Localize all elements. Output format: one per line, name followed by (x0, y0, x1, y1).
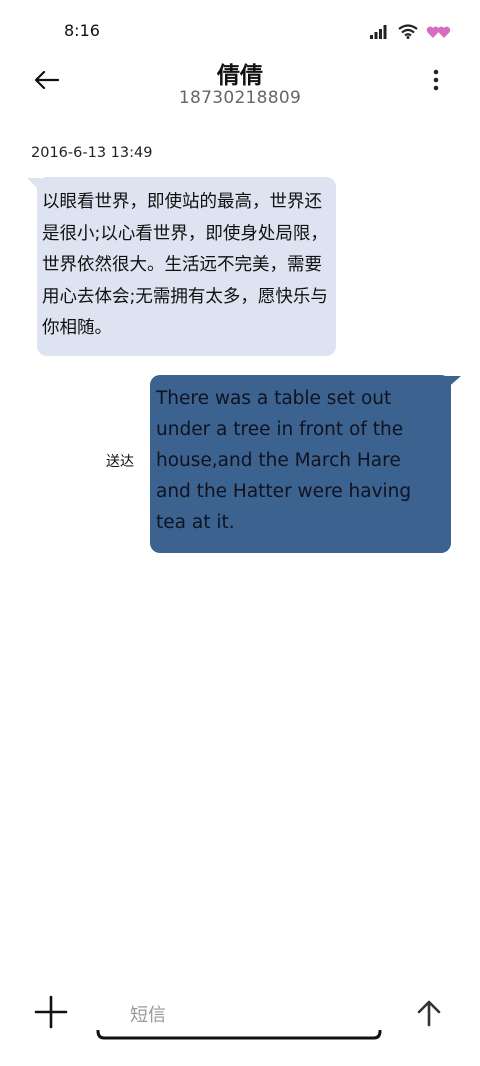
send-button[interactable] (414, 998, 444, 1028)
send-arrow-icon (414, 1000, 444, 1032)
message-timestamp: 2016-6-13 13:49 (31, 145, 153, 161)
delivery-status: 送达 (106, 454, 134, 470)
input-underline (96, 1030, 382, 1040)
more-options-button[interactable] (426, 68, 446, 96)
more-vert-icon (433, 69, 439, 95)
status-icons (370, 24, 452, 39)
message-composer (96, 992, 382, 1042)
contact-name: 倩倩 (217, 63, 263, 89)
hearts-icon (426, 25, 452, 39)
plus-icon (34, 995, 68, 1033)
outgoing-message-bubble[interactable]: There was a table set out under a tree i… (150, 375, 451, 553)
signal-icon (370, 24, 390, 39)
contact-number: 18730218809 (178, 88, 302, 108)
add-attachment-button[interactable] (34, 995, 68, 1029)
conversation-header: 倩倩 18730218809 (0, 56, 480, 116)
message-input[interactable] (130, 1002, 360, 1028)
wifi-icon (398, 24, 418, 39)
incoming-message-bubble[interactable]: 以眼看世界，即使站的最高，世界还是很小;以心看世界，即使身处局限，世界依然很大。… (37, 177, 336, 356)
status-bar: 8:16 (0, 0, 480, 60)
status-time: 8:16 (64, 21, 100, 40)
